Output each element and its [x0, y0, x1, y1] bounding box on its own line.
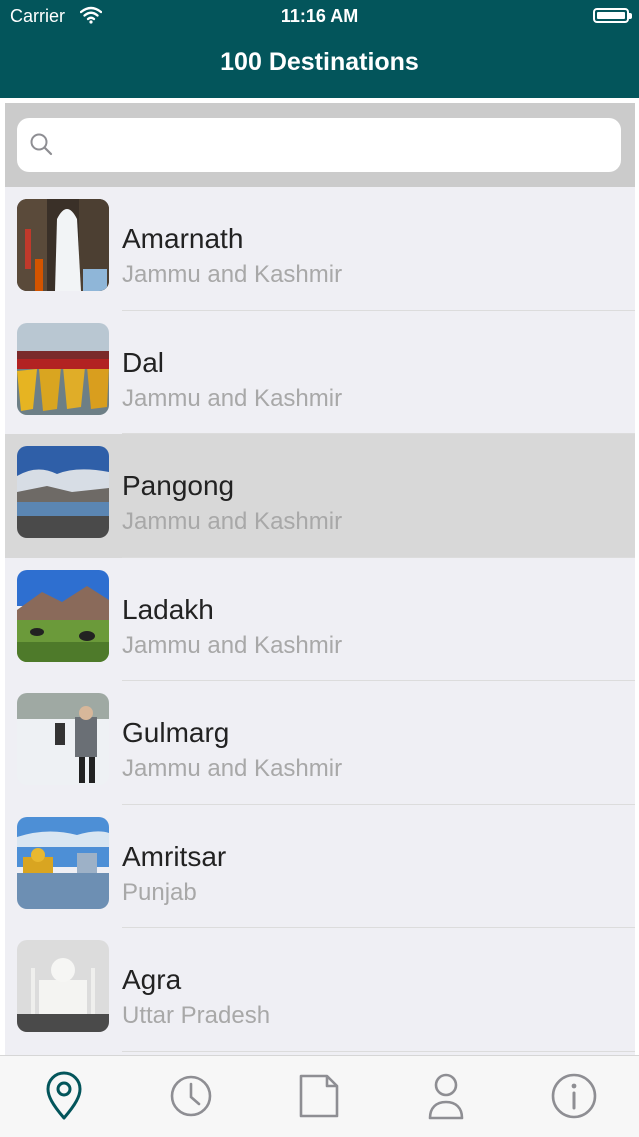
- search-field[interactable]: [17, 118, 621, 172]
- clock-time: 11:16 AM: [280, 6, 359, 26]
- destination-name: Amritsar: [122, 840, 227, 872]
- destination-name: Pangong: [122, 470, 235, 501]
- battery-icon: [593, 8, 632, 23]
- destination-region: Uttar Pradesh: [122, 1002, 271, 1029]
- dal-thumbnail: [17, 322, 109, 415]
- destination-name: Gulmarg: [122, 717, 230, 748]
- destination-region: Jammu and Kashmir: [122, 384, 343, 412]
- tab-documents[interactable]: [289, 1066, 349, 1126]
- destination-region: Jammu and Kashmir: [122, 631, 343, 659]
- row-divider: [122, 1050, 635, 1052]
- list-item-ladakh[interactable]: Ladakh Jammu and Kashmir: [5, 558, 635, 681]
- agra-thumbnail: [17, 940, 109, 1032]
- destination-region: Punjab: [122, 878, 197, 906]
- clock-icon: [161, 1075, 221, 1130]
- gulmarg-thumbnail: [17, 693, 109, 785]
- list-item-dal[interactable]: Dal Jammu and Kashmir: [5, 311, 635, 434]
- search-input[interactable]: [65, 126, 609, 164]
- destination-name: Amarnath: [122, 223, 244, 254]
- amritsar-thumbnail: [17, 816, 109, 909]
- location-pin-icon: [34, 1071, 94, 1130]
- amarnath-thumbnail: [17, 199, 109, 291]
- list-item-pangong[interactable]: Pangong Jammu and Kashmir: [5, 434, 635, 558]
- search-bar: [5, 103, 635, 187]
- tab-info[interactable]: [544, 1066, 604, 1126]
- destination-region: Jammu and Kashmir: [122, 261, 343, 288]
- document-icon: [289, 1074, 349, 1130]
- destination-region: Jammu and Kashmir: [122, 755, 343, 782]
- list-item-amritsar[interactable]: Amritsar Punjab: [5, 805, 635, 928]
- page-title: 100 Destinations: [220, 48, 419, 76]
- destination-name: Dal: [122, 346, 165, 378]
- pangong-thumbnail: [17, 446, 109, 538]
- tab-profile[interactable]: [416, 1066, 476, 1126]
- info-icon: [544, 1073, 604, 1130]
- list-item-agra[interactable]: Agra Uttar Pradesh: [5, 928, 635, 1052]
- tab-history[interactable]: [161, 1066, 221, 1126]
- person-icon: [416, 1073, 476, 1130]
- destination-list[interactable]: Amarnath Jammu and Kashmir Dal Jammu and…: [5, 187, 635, 1055]
- destination-name: Ladakh: [122, 593, 214, 625]
- list-item-gulmarg[interactable]: Gulmarg Jammu and Kashmir: [5, 681, 635, 805]
- tab-destinations[interactable]: [34, 1066, 94, 1126]
- destination-name: Agra: [122, 964, 182, 995]
- tab-bar: [0, 1055, 639, 1137]
- status-bar: Carrier 11:16 AM: [0, 0, 639, 34]
- search-icon: [29, 132, 55, 163]
- list-item-amarnath[interactable]: Amarnath Jammu and Kashmir: [5, 187, 635, 311]
- destination-region: Jammu and Kashmir: [122, 508, 343, 535]
- navigation-header: Carrier 11:16 AM 100 Destinations: [0, 0, 639, 98]
- ladakh-thumbnail: [17, 569, 109, 662]
